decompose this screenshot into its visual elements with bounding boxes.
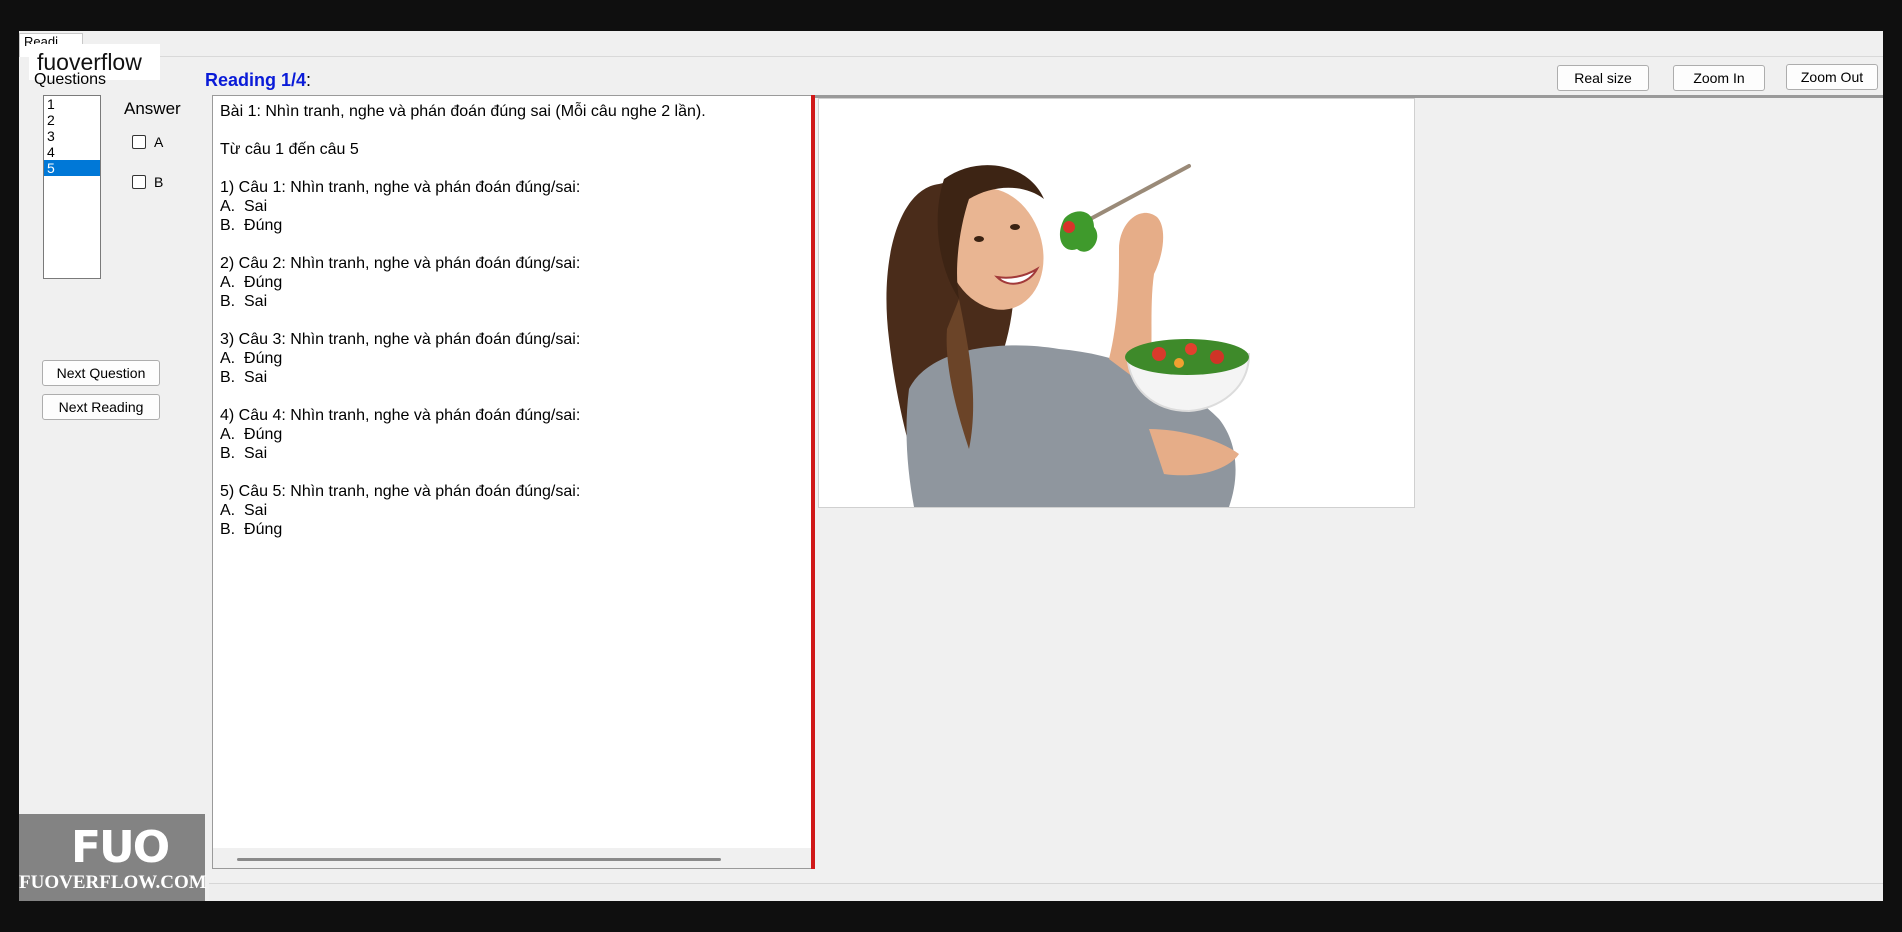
reading-text-line <box>220 159 706 178</box>
reading-image <box>818 98 1415 508</box>
reading-text-line: B. Sai <box>220 369 268 386</box>
app-window: Readi... fuoverflow Questions 12345 Answ… <box>19 31 1883 901</box>
answer-label: Answer <box>124 99 181 118</box>
answer-option-a-label: A <box>154 134 164 150</box>
answer-option-a[interactable]: A <box>132 134 163 150</box>
reading-text-line: A. Đúng <box>220 274 283 291</box>
horizontal-scrollbar[interactable] <box>213 848 813 868</box>
question-list-item[interactable]: 2 <box>44 112 100 128</box>
reading-text-line: A. Đúng <box>220 426 283 443</box>
reading-text-line <box>220 235 706 254</box>
reading-text-line <box>220 121 706 140</box>
reading-text-line: B. Đúng <box>220 521 283 538</box>
zoom-in-button[interactable]: Zoom In <box>1673 65 1765 91</box>
reading-text-line: B. Sai <box>220 293 268 310</box>
reading-text-line: Bài 1: Nhìn tranh, nghe và phán đoán đún… <box>220 103 706 120</box>
reading-title: Reading 1/4: <box>205 70 311 91</box>
reading-text-line <box>220 463 706 482</box>
next-question-button[interactable]: Next Question <box>42 360 160 386</box>
reading-text-line: B. Đúng <box>220 217 283 234</box>
reading-text-line: 1) Câu 1: Nhìn tranh, nghe và phán đoán … <box>220 179 581 196</box>
reading-text-line: A. Đúng <box>220 350 283 367</box>
question-list-item[interactable]: 5 <box>44 160 100 176</box>
question-list-item[interactable]: 4 <box>44 144 100 160</box>
checkbox-a[interactable] <box>132 135 146 149</box>
reading-text-line: B. Sai <box>220 445 268 462</box>
tab-strip <box>19 31 1883 57</box>
woman-eating-salad-image <box>819 99 1414 507</box>
questions-label: Questions <box>34 71 107 88</box>
reading-text-line: A. Sai <box>220 198 268 215</box>
reading-text: Bài 1: Nhìn tranh, nghe và phán đoán đún… <box>220 102 706 539</box>
pane-divider[interactable] <box>811 95 815 869</box>
question-list-item[interactable]: 1 <box>44 96 100 112</box>
answer-option-b-label: B <box>154 174 164 190</box>
question-list[interactable]: 12345 <box>43 95 101 279</box>
reading-text-line: 3) Câu 3: Nhìn tranh, nghe và phán đoán … <box>220 331 581 348</box>
reading-text-line: 5) Câu 5: Nhìn tranh, nghe và phán đoán … <box>220 483 581 500</box>
reading-text-line <box>220 311 706 330</box>
checkbox-b[interactable] <box>132 175 146 189</box>
zoom-out-button[interactable]: Zoom Out <box>1786 64 1878 90</box>
status-bar <box>209 883 1883 901</box>
reading-text-line <box>220 387 706 406</box>
reading-text-line: 2) Câu 2: Nhìn tranh, nghe và phán đoán … <box>220 255 581 272</box>
reading-title-colon: : <box>306 70 312 90</box>
question-list-item[interactable]: 3 <box>44 128 100 144</box>
reading-text-line: A. Sai <box>220 502 268 519</box>
logo-mark: FUO <box>71 822 170 873</box>
reading-text-line: Từ câu 1 đến câu 5 <box>220 141 359 158</box>
next-reading-button[interactable]: Next Reading <box>42 394 160 420</box>
logo-site: FUOVERFLOW.COM <box>19 872 207 893</box>
real-size-button[interactable]: Real size <box>1557 65 1649 91</box>
reading-text-pane[interactable]: Bài 1: Nhìn tranh, nghe và phán đoán đún… <box>212 95 814 869</box>
scrollbar-thumb[interactable] <box>237 858 721 861</box>
reading-title-text: Reading 1/4 <box>205 70 307 90</box>
fuoverflow-logo: FUO FUOVERFLOW.COM <box>19 814 207 901</box>
answer-option-b[interactable]: B <box>132 174 163 190</box>
reading-text-line: 4) Câu 4: Nhìn tranh, nghe và phán đoán … <box>220 407 581 424</box>
